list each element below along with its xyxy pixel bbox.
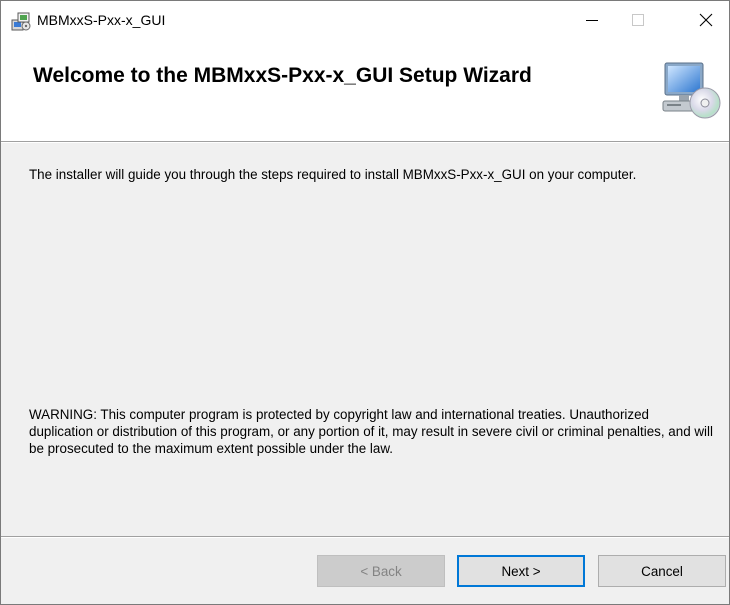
intro-text: The installer will guide you through the…	[29, 167, 637, 182]
wizard-banner: Welcome to the MBMxxS-Pxx-x_GUI Setup Wi…	[1, 39, 729, 142]
maximize-button	[615, 1, 661, 39]
title-bar[interactable]: MBMxxS-Pxx-x_GUI	[1, 1, 729, 39]
close-icon	[699, 13, 713, 27]
page-title: Welcome to the MBMxxS-Pxx-x_GUI Setup Wi…	[33, 64, 532, 87]
setup-wizard-window: MBMxxS-Pxx-x_GUI Welcome to the MBMxxS-P…	[0, 0, 730, 605]
banner-separator	[1, 142, 729, 143]
installer-icon	[11, 11, 31, 31]
cancel-button[interactable]: Cancel	[598, 555, 726, 587]
close-button[interactable]	[683, 1, 729, 39]
footer-separator-highlight	[1, 537, 729, 538]
window-title: MBMxxS-Pxx-x_GUI	[37, 12, 166, 28]
minimize-icon	[586, 20, 598, 21]
copyright-warning: WARNING: This computer program is protec…	[29, 407, 713, 456]
maximize-icon	[632, 14, 644, 26]
next-button[interactable]: Next >	[457, 555, 585, 587]
computer-cd-icon	[661, 57, 723, 123]
back-button: < Back	[317, 555, 445, 587]
minimize-button[interactable]	[569, 1, 615, 39]
